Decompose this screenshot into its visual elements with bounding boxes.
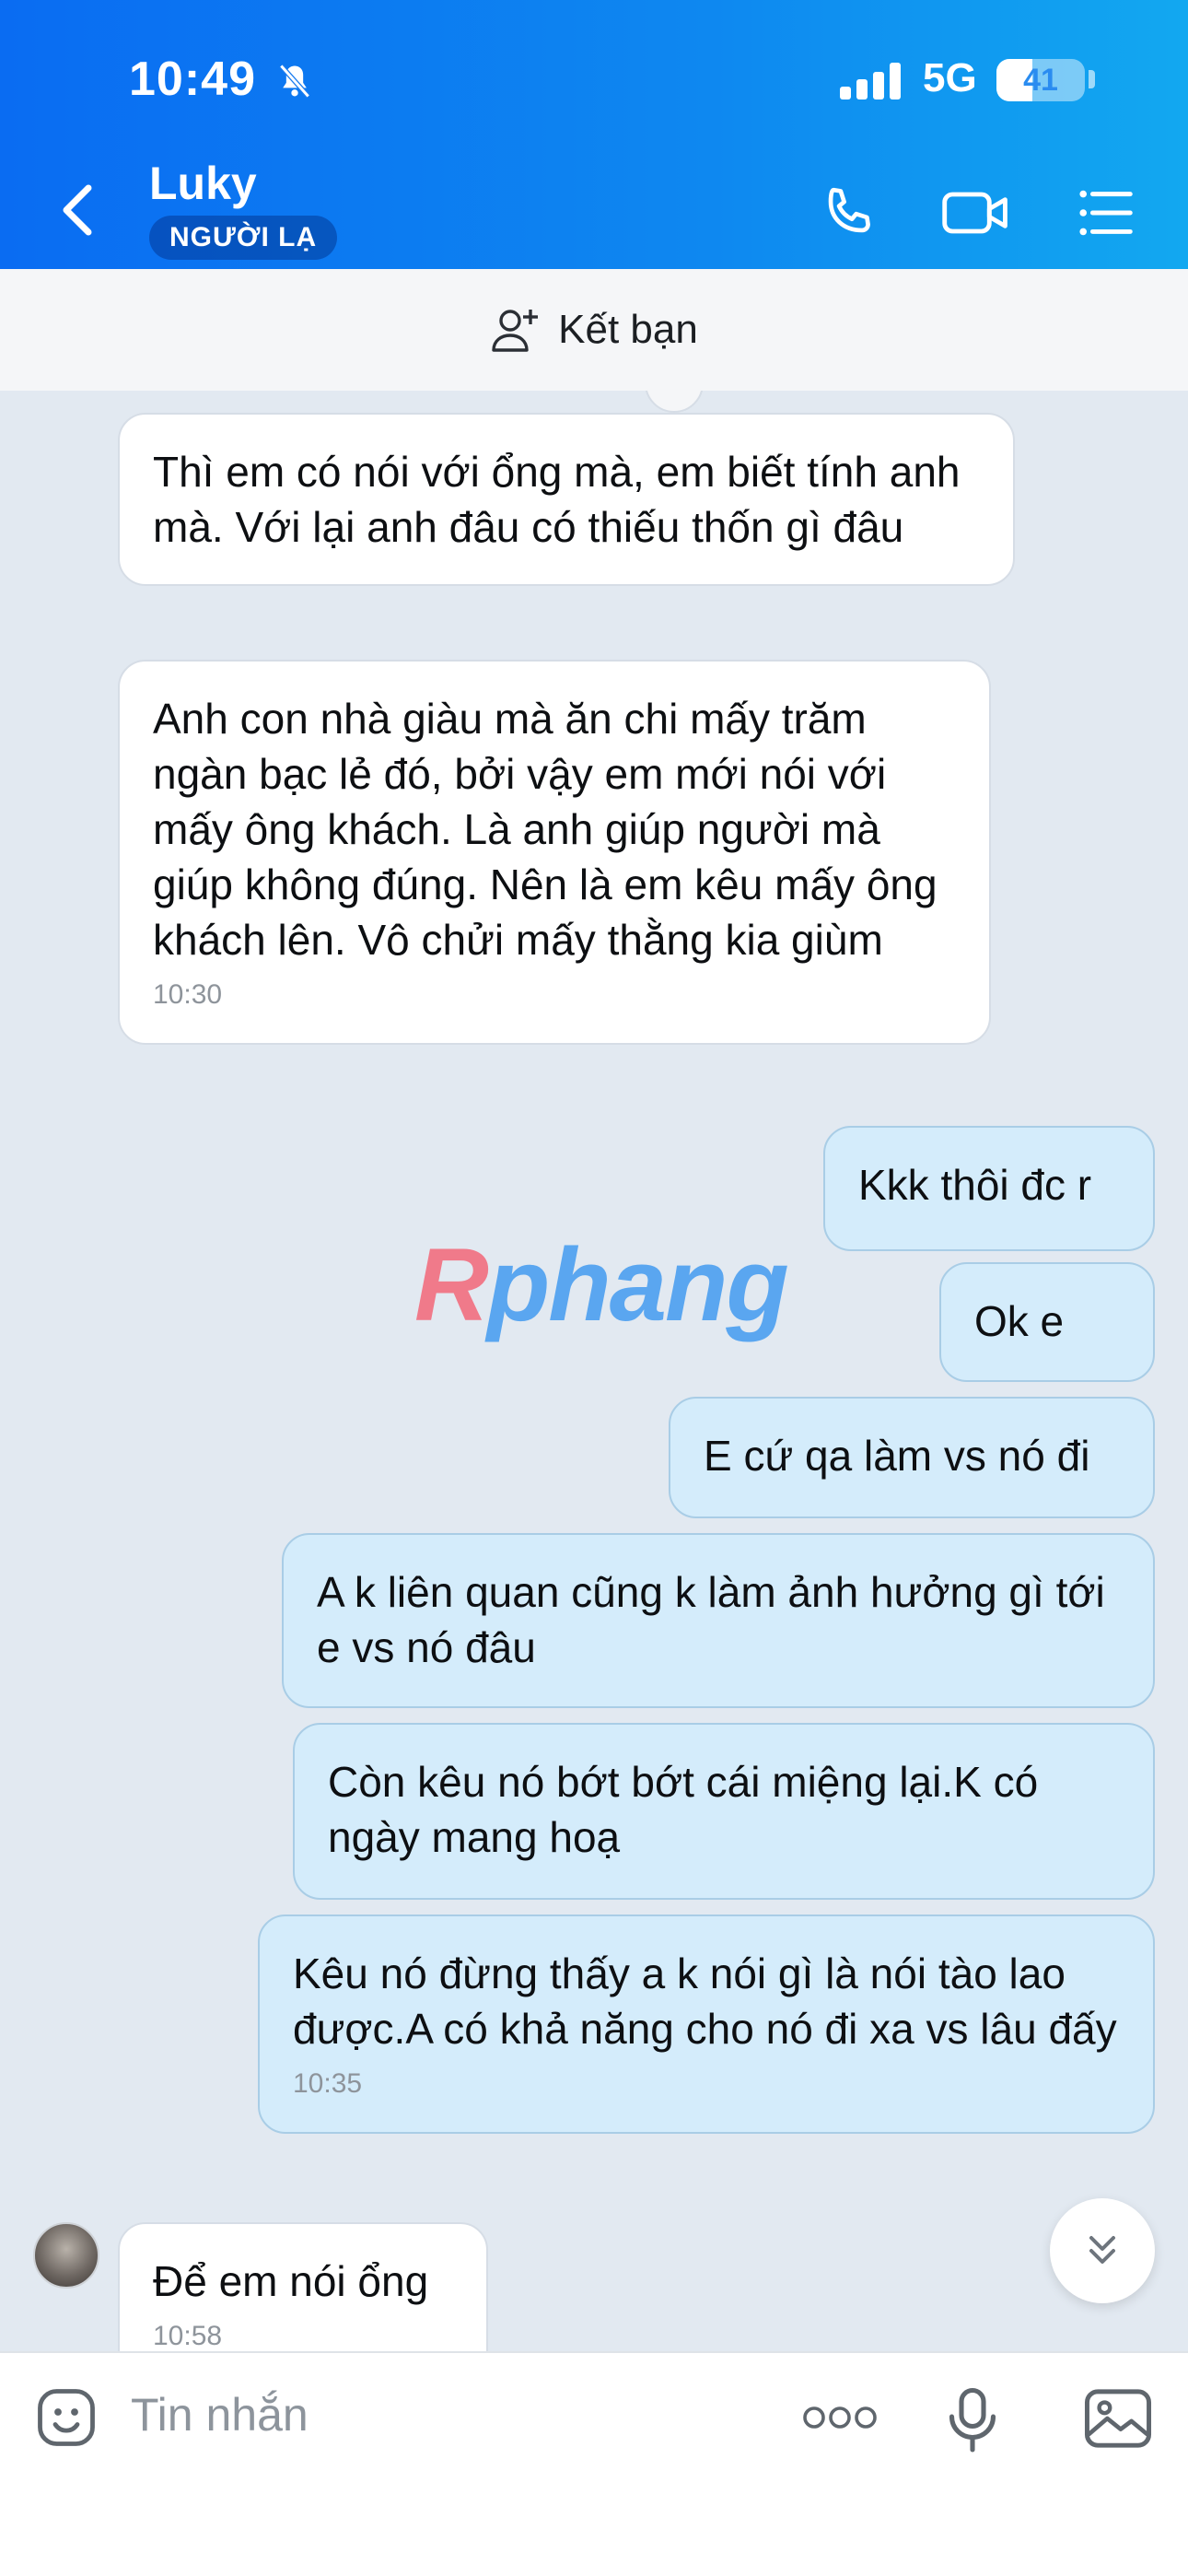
stranger-tag: NGƯỜI LẠ	[149, 216, 338, 260]
message-time: 10:30	[153, 979, 223, 1010]
message-list[interactable]: Thì em có nói với ổng mà, em biết tính a…	[0, 391, 1188, 2351]
chat-header: 10:49 5G 41 Luky NGƯỜI LẠ	[0, 0, 1188, 269]
message-bubble-outgoing[interactable]: E cứ qa làm vs nó đi	[669, 1397, 1155, 1518]
message-bubble-outgoing[interactable]: A k liên quan cũng k làm ảnh hưởng gì tớ…	[282, 1533, 1155, 1708]
bell-muted-icon	[279, 64, 310, 99]
signal-icon	[840, 63, 901, 100]
double-chevron-down-icon	[1089, 2236, 1115, 2264]
message-input[interactable]: Tin nhắn	[131, 2388, 309, 2441]
message-text: Kêu nó đừng thấy a k nói gì là nói tào l…	[293, 1950, 1117, 2053]
status-time: 10:49	[129, 53, 256, 106]
message-bubble-incoming[interactable]: Anh con nhà giàu mà ăn chi mấy trăm ngàn…	[118, 660, 991, 1045]
message-text: Anh con nhà giàu mà ăn chi mấy trăm ngàn…	[153, 695, 938, 964]
add-friend-button[interactable]: Kết bạn	[0, 269, 1188, 391]
battery-tip	[1089, 70, 1095, 88]
battery-indicator: 41	[996, 59, 1085, 101]
message-time: 10:58	[153, 2321, 223, 2351]
back-chevron-icon[interactable]	[55, 182, 101, 238]
add-friend-icon	[492, 310, 539, 352]
network-type: 5G	[923, 55, 977, 100]
message-bubble-outgoing[interactable]: Kêu nó đừng thấy a k nói gì là nói tào l…	[258, 1914, 1155, 2134]
image-gallery-icon[interactable]	[1083, 2386, 1153, 2451]
message-bubble-incoming[interactable]: Để em nói ổng 10:58	[118, 2222, 488, 2351]
message-bubble-outgoing[interactable]: Ok e	[939, 1262, 1155, 1382]
more-options-icon[interactable]	[801, 2401, 879, 2434]
message-text: A k liên quan cũng k làm ảnh hưởng gì tớ…	[317, 1568, 1105, 1671]
add-friend-label: Kết bạn	[558, 307, 698, 352]
message-text: E cứ qa làm vs nó đi	[704, 1432, 1090, 1480]
menu-list-icon[interactable]	[1074, 181, 1138, 245]
message-text: Còn kêu nó bớt bớt cái miệng lại.K có ng…	[328, 1758, 1039, 1861]
message-bubble-outgoing[interactable]: Kkk thôi đc r	[823, 1126, 1155, 1251]
video-call-icon[interactable]	[939, 181, 1013, 245]
message-text: Để em nói ổng	[153, 2257, 429, 2305]
scroll-to-bottom-button[interactable]	[1050, 2198, 1155, 2303]
sticker-emoji-icon[interactable]	[33, 2384, 99, 2451]
message-time: 10:35	[293, 2068, 363, 2099]
message-bubble-incoming[interactable]: Thì em có nói với ổng mà, em biết tính a…	[118, 413, 1015, 586]
message-text: Thì em có nói với ổng mà, em biết tính a…	[153, 448, 961, 551]
message-text: Ok e	[974, 1297, 1065, 1345]
message-text: Kkk thôi đc r	[858, 1161, 1092, 1209]
message-bubble-outgoing[interactable]: Còn kêu nó bớt bớt cái miệng lại.K có ng…	[293, 1723, 1155, 1900]
watermark-logo: Rphang	[414, 1227, 789, 1342]
microphone-icon[interactable]	[945, 2386, 1000, 2453]
contact-name[interactable]: Luky	[149, 157, 257, 210]
previous-message-avatar	[645, 391, 704, 413]
battery-percent: 41	[1023, 63, 1058, 98]
contact-avatar[interactable]	[33, 2222, 99, 2289]
phone-icon[interactable]	[816, 181, 880, 245]
message-composer: Tin nhắn	[0, 2351, 1188, 2576]
